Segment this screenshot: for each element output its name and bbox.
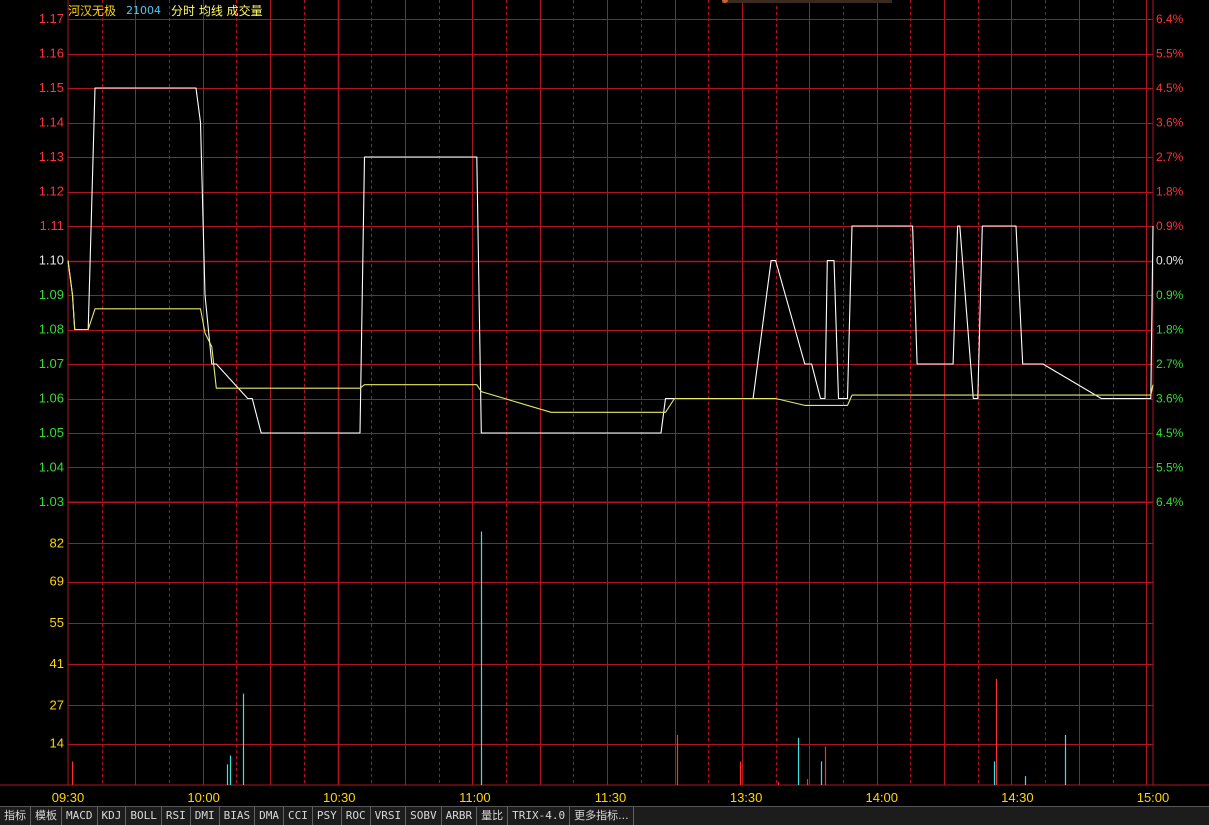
price-tick-label: 1.05 bbox=[39, 425, 64, 440]
price-tick-label: 1.06 bbox=[39, 391, 64, 406]
percent-tick-label: 3.6% bbox=[1156, 116, 1184, 130]
intraday-chart[interactable]: 1.17 1.16 1.15 1.14 1.13 1.12 1.11 1.10 1.09 1.08… bbox=[0, 0, 1209, 806]
price-line bbox=[67, 87, 1154, 434]
time-tick-label: 14:00 bbox=[865, 790, 898, 805]
indicator-tab-1[interactable]: 模板 bbox=[31, 807, 62, 825]
percent-tick-label: 1.8% bbox=[1156, 323, 1184, 337]
price-tick-label: 1.12 bbox=[39, 184, 64, 199]
price-axis-labels: 1.17 1.16 1.15 1.14 1.13 1.12 1.11 1.10 1.09 1.08… bbox=[39, 11, 64, 509]
time-tick-label: 10:00 bbox=[187, 790, 220, 805]
time-tick-label: 14:30 bbox=[1001, 790, 1034, 805]
view-tags: 分时 均线 成交量 bbox=[171, 4, 263, 18]
indicator-tab-bar: 指标 模板 MACD KDJ BOLL RSI DMI BIAS DMA CCI PSY ROC VRS… bbox=[0, 806, 1209, 825]
volume-bars bbox=[71, 531, 1067, 785]
time-tick-label: 11:00 bbox=[459, 790, 491, 805]
indicator-tab-12[interactable]: VRSI bbox=[371, 807, 407, 825]
percent-tick-label: 3.6% bbox=[1156, 392, 1184, 406]
percent-tick-label: 5.5% bbox=[1156, 47, 1184, 61]
indicator-tab-6[interactable]: DMI bbox=[191, 807, 220, 825]
time-tick-label: 11:30 bbox=[595, 790, 627, 805]
percent-tick-label: 4.5% bbox=[1156, 426, 1184, 440]
percent-tick-label: 6.4% bbox=[1156, 12, 1184, 26]
indicator-tab-15[interactable]: 量比 bbox=[477, 807, 509, 825]
time-tick-label: 15:00 bbox=[1137, 790, 1170, 805]
price-tick-label: 1.04 bbox=[39, 460, 64, 475]
price-tick-label: 1.08 bbox=[39, 322, 64, 337]
indicator-tab-14[interactable]: ARBR bbox=[442, 807, 478, 825]
volume-tick-label: 82 bbox=[50, 535, 64, 550]
price-tick-label: 1.11 bbox=[40, 218, 64, 233]
volume-tick-label: 14 bbox=[50, 736, 64, 751]
percent-tick-label: 2.7% bbox=[1156, 150, 1184, 164]
percent-tick-label: 0.0% bbox=[1156, 254, 1184, 268]
time-axis-labels: 09:30 10:00 10:30 11:00 11:30 13:30 14:00 14:30… bbox=[52, 790, 1170, 805]
price-tick-label: 1.15 bbox=[39, 80, 64, 95]
indicator-tab-8[interactable]: DMA bbox=[255, 807, 284, 825]
percent-tick-label: 4.5% bbox=[1156, 81, 1184, 95]
time-tick-label: 10:30 bbox=[323, 790, 356, 805]
percent-tick-label: 6.4% bbox=[1156, 495, 1184, 509]
percent-tick-label: 5.5% bbox=[1156, 461, 1184, 475]
price-tick-label: 1.10 bbox=[39, 253, 64, 268]
indicator-tab-7[interactable]: BIAS bbox=[220, 807, 256, 825]
price-tick-label: 1.09 bbox=[39, 287, 64, 302]
price-tick-label: 1.17 bbox=[39, 11, 64, 26]
chart-title-bar: 河汉无极 21004 分时 均线 成交量 bbox=[68, 3, 263, 19]
indicator-tab-10[interactable]: PSY bbox=[313, 807, 342, 825]
indicator-tab-2[interactable]: MACD bbox=[62, 807, 98, 825]
time-tick-label: 13:30 bbox=[730, 790, 763, 805]
indicator-tab-3[interactable]: KDJ bbox=[98, 807, 127, 825]
price-tick-label: 1.13 bbox=[39, 149, 64, 164]
stock-code: 21004 bbox=[126, 4, 162, 17]
price-tick-label: 1.07 bbox=[39, 356, 64, 371]
time-tick-label: 09:30 bbox=[52, 790, 85, 805]
volume-tick-label: 55 bbox=[50, 615, 64, 630]
indicator-tab-11[interactable]: ROC bbox=[342, 807, 371, 825]
percent-tick-label: 1.8% bbox=[1156, 185, 1184, 199]
price-lines bbox=[67, 87, 1154, 434]
percent-tick-label: 0.9% bbox=[1156, 288, 1184, 302]
volume-tick-label: 27 bbox=[50, 697, 64, 712]
volume-tick-label: 41 bbox=[50, 656, 64, 671]
indicator-tab-5[interactable]: RSI bbox=[162, 807, 191, 825]
stock-name: 河汉无极 bbox=[68, 4, 117, 18]
chart-grid bbox=[0, 0, 1209, 786]
percent-tick-label: 2.7% bbox=[1156, 357, 1184, 371]
average-line bbox=[67, 260, 1154, 413]
price-tick-label: 1.16 bbox=[39, 46, 64, 61]
indicator-tab-9[interactable]: CCI bbox=[284, 807, 313, 825]
indicator-tab-13[interactable]: SOBV bbox=[406, 807, 442, 825]
top-window-notch bbox=[722, 0, 892, 3]
indicator-tab-4[interactable]: BOLL bbox=[126, 807, 162, 825]
price-tick-label: 1.03 bbox=[39, 494, 64, 509]
price-tick-label: 1.14 bbox=[39, 115, 64, 130]
indicator-tab-0[interactable]: 指标 bbox=[0, 807, 31, 825]
indicator-tab-17[interactable]: 更多指标... bbox=[570, 807, 634, 825]
volume-axis-labels: 82 69 55 41 27 14 bbox=[50, 535, 64, 750]
percent-axis-labels: 6.4% 5.5% 4.5% 3.6% 2.7% 1.8% 0.9% 0.0% 0.9% 1.8%… bbox=[1156, 12, 1184, 509]
indicator-tab-16[interactable]: TRIX-4.0 bbox=[508, 807, 571, 825]
percent-tick-label: 0.9% bbox=[1156, 219, 1184, 233]
volume-tick-label: 69 bbox=[50, 574, 64, 589]
